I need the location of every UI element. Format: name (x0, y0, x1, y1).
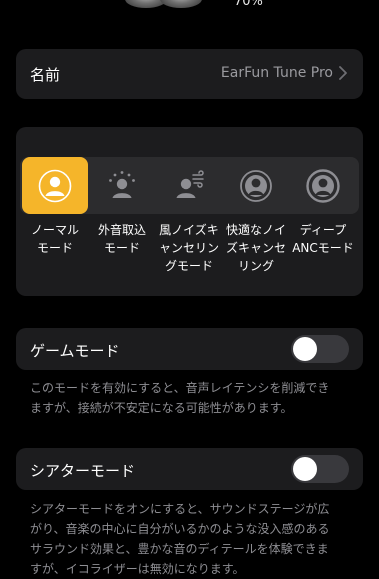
game-mode-label: ゲームモード (30, 342, 120, 360)
game-mode-description: このモードを有効にすると、音声レイテンシを削減でき ますが、接続が不安定になる可… (30, 378, 366, 418)
theater-mode-description: シアターモードをオンにすると、サウンドステージが広 がり、音楽の中心に自分がいる… (30, 499, 366, 579)
description-line: このモードを有効にすると、音声レイテンシを削減でき (30, 381, 330, 395)
theater-mode-row: シアターモード (16, 448, 363, 490)
mode-ambient-button[interactable] (89, 157, 155, 214)
toggle-knob (293, 457, 317, 481)
game-mode-toggle[interactable] (291, 335, 349, 363)
mode-deep-anc-label: ディープ ANCモード (292, 223, 354, 255)
theater-mode-toggle[interactable] (291, 455, 349, 483)
person-halo-icon (240, 169, 272, 202)
theater-mode-label: シアターモード (30, 462, 136, 480)
sound-mode-panel: ノーマル モード 外音取込 モード 風ノイズキ ャンセリン グモード 快適なノイ… (16, 127, 363, 296)
earbuds-image: 70% (0, 0, 379, 14)
description-line: すが、イコライザーは無効になります。 (30, 562, 245, 576)
device-name-value: EarFun Tune Pro (220, 65, 333, 81)
device-name-row[interactable]: 名前 EarFun Tune Pro (16, 49, 363, 99)
battery-percentage: 70% (234, 0, 263, 9)
name-label: 名前 (30, 66, 61, 84)
person-deep-halo-icon (306, 168, 340, 203)
toggle-knob (293, 337, 317, 361)
description-line: シアターモードをオンにすると、サウンドステージが広 (30, 502, 330, 516)
game-mode-row: ゲームモード (16, 328, 363, 370)
mode-comfortable-button[interactable] (223, 157, 289, 214)
mode-wind-button[interactable] (156, 157, 222, 214)
description-line: サラウンド効果と、豊かな音のディテールを体験できま (30, 542, 329, 556)
person-icon (38, 169, 72, 202)
person-ambient-icon (109, 170, 135, 198)
description-line: がり、音楽の中心に自分がいるかのような没入感のある (30, 522, 330, 536)
right-earbud (160, 0, 202, 8)
description-line: ますが、接続が不安定になる可能性があります。 (30, 401, 293, 415)
mode-ambient-label: 外音取込 モード (97, 223, 146, 255)
mode-normal-button[interactable] (22, 157, 88, 214)
mode-comfortable-label: 快適なノイ ズキャンセ リング (225, 223, 286, 273)
chevron-right-icon (339, 66, 347, 80)
person-wind-icon (176, 169, 204, 198)
mode-wind-label: 風ノイズキ ャンセリン グモード (158, 223, 219, 273)
mode-normal-label: ノーマル モード (30, 223, 79, 255)
mode-deep-anc-button[interactable] (290, 157, 356, 214)
